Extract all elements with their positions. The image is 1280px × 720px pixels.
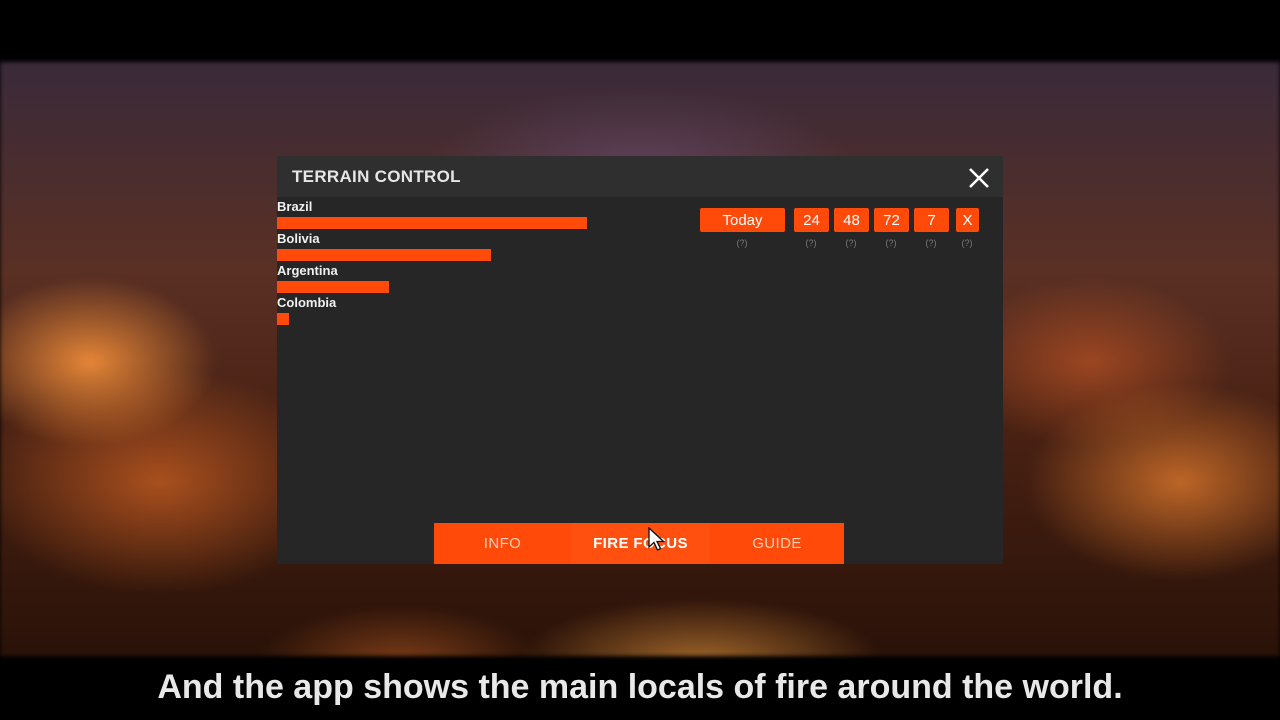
filter-7d-button[interactable]: 7: [914, 208, 949, 232]
country-label: Colombia: [277, 295, 337, 310]
country-label: Bolivia: [277, 231, 320, 246]
help-icon[interactable]: (?): [881, 238, 901, 248]
country-fire-bar: [277, 313, 289, 325]
country-label: Brazil: [277, 199, 313, 214]
filter-today-button[interactable]: Today: [700, 208, 785, 232]
time-filter-bar: Today (?) 24 (?) 48 (?) 72 (?) 7 (?) X (…: [700, 208, 990, 258]
terrain-control-window: TERRAIN CONTROL Brazil Bolivia Argentina…: [277, 156, 1003, 564]
close-icon: [969, 168, 989, 188]
country-fire-bar: [277, 281, 389, 293]
country-label: Argentina: [277, 263, 338, 278]
tab-guide[interactable]: GUIDE: [710, 523, 844, 564]
list-item: Colombia: [277, 295, 677, 327]
filter-48h-button[interactable]: 48: [834, 208, 869, 232]
list-item: Bolivia: [277, 231, 677, 263]
filter-clear-button[interactable]: X: [956, 208, 979, 232]
filter-24h-button[interactable]: 24: [794, 208, 829, 232]
help-icon[interactable]: (?): [957, 238, 977, 248]
country-fire-bar: [277, 217, 587, 229]
list-item: Argentina: [277, 263, 677, 295]
tab-fire-focus[interactable]: FIRE FOCUS: [571, 523, 710, 564]
mouse-cursor-icon: [647, 526, 667, 553]
country-fire-list: Brazil Bolivia Argentina Colombia: [277, 199, 677, 327]
help-icon[interactable]: (?): [732, 238, 752, 248]
help-icon[interactable]: (?): [841, 238, 861, 248]
window-title: TERRAIN CONTROL: [292, 167, 461, 186]
help-icon[interactable]: (?): [801, 238, 821, 248]
country-fire-bar: [277, 249, 491, 261]
help-icon[interactable]: (?): [921, 238, 941, 248]
filter-72h-button[interactable]: 72: [874, 208, 909, 232]
close-button[interactable]: [965, 164, 993, 192]
tab-info[interactable]: INFO: [434, 523, 571, 564]
list-item: Brazil: [277, 199, 677, 231]
bottom-tab-bar: INFO FIRE FOCUS GUIDE: [434, 523, 844, 564]
window-header: TERRAIN CONTROL: [277, 156, 1003, 197]
video-caption: And the app shows the main locals of fir…: [157, 668, 1123, 706]
